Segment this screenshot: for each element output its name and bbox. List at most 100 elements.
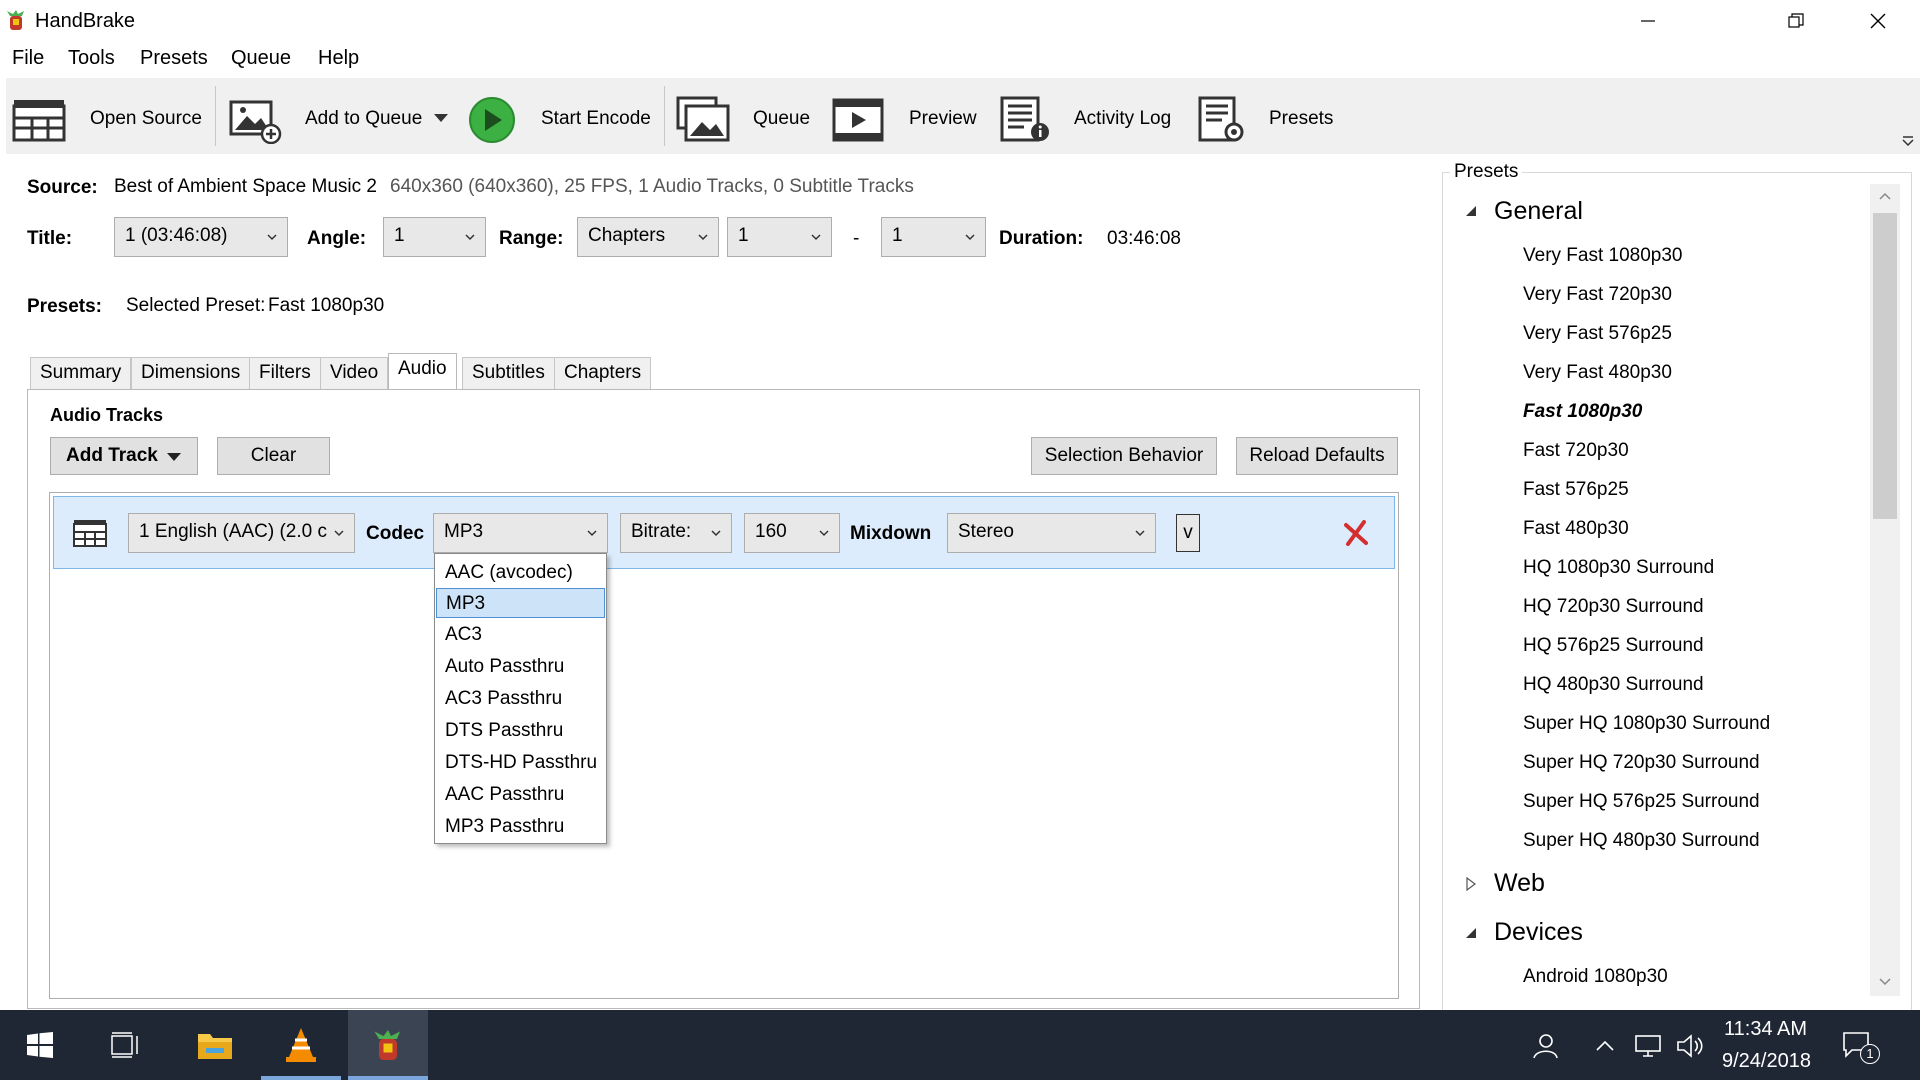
preset-item[interactable]: HQ 1080p30 Surround	[1523, 557, 1714, 579]
scroll-up-icon[interactable]	[1879, 192, 1891, 200]
task-view-button[interactable]	[86, 1010, 166, 1080]
activity-log-icon[interactable]	[998, 96, 1054, 144]
selection-behavior-button[interactable]: Selection Behavior	[1031, 437, 1217, 475]
start-button[interactable]	[0, 1010, 80, 1080]
track-options-button[interactable]: v	[1176, 514, 1200, 552]
clock-time[interactable]: 11:34 AM	[1724, 1018, 1807, 1041]
codec-option[interactable]: DTS Passthru	[436, 716, 605, 746]
menu-file[interactable]: File	[12, 47, 44, 70]
preset-item[interactable]: Very Fast 1080p30	[1523, 245, 1683, 267]
preset-item[interactable]: Very Fast 480p30	[1523, 362, 1672, 384]
reload-defaults-button[interactable]: Reload Defaults	[1236, 437, 1398, 475]
tab-dimensions[interactable]: Dimensions	[131, 357, 251, 389]
activity-log-button[interactable]: Activity Log	[1074, 108, 1171, 130]
toolbar-overflow-icon[interactable]	[1902, 136, 1914, 146]
preview-icon[interactable]	[832, 96, 888, 144]
clapperboard-icon[interactable]	[73, 518, 107, 548]
add-to-queue-button[interactable]: Add to Queue	[305, 108, 422, 130]
open-source-button[interactable]: Open Source	[90, 108, 202, 130]
codec-dropdown-list: AAC (avcodec) MP3 AC3 Auto Passthru AC3 …	[434, 553, 607, 844]
expanded-arrow-icon[interactable]	[1464, 204, 1478, 218]
tab-filters[interactable]: Filters	[249, 357, 321, 389]
menu-tools[interactable]: Tools	[68, 47, 115, 70]
codec-option[interactable]: DTS-HD Passthru	[436, 748, 605, 778]
audio-source-value: 1 English (AAC) (2.0 c	[139, 521, 327, 542]
angle-select[interactable]: 1	[383, 217, 486, 257]
menu-presets[interactable]: Presets	[140, 47, 208, 70]
bitrate-type-select[interactable]: Bitrate:	[620, 513, 732, 553]
range-end-select[interactable]: 1	[881, 217, 986, 257]
expanded-arrow-icon[interactable]	[1464, 926, 1478, 940]
add-track-button[interactable]: Add Track	[50, 437, 198, 475]
preset-item[interactable]: Super HQ 480p30 Surround	[1523, 830, 1760, 852]
menu-queue[interactable]: Queue	[231, 47, 291, 70]
preset-item[interactable]: Super HQ 720p30 Surround	[1523, 752, 1760, 774]
presets-icon[interactable]	[1196, 96, 1252, 144]
audio-source-select[interactable]: 1 English (AAC) (2.0 c	[128, 513, 355, 553]
tab-chapters[interactable]: Chapters	[554, 357, 652, 389]
presets-button[interactable]: Presets	[1269, 108, 1333, 130]
codec-option[interactable]: AC3 Passthru	[436, 684, 605, 714]
preset-item[interactable]: HQ 720p30 Surround	[1523, 596, 1704, 618]
chevron-down-icon	[334, 530, 344, 537]
preset-item[interactable]: Super HQ 576p25 Surround	[1523, 791, 1760, 813]
chevron-up-icon[interactable]	[1596, 1040, 1614, 1052]
collapsed-arrow-icon[interactable]	[1464, 877, 1478, 891]
action-center-button[interactable]: 1	[1822, 1010, 1892, 1080]
codec-option[interactable]: Auto Passthru	[436, 652, 605, 682]
tab-audio[interactable]: Audio	[388, 353, 457, 390]
preset-item[interactable]: Android 1080p30	[1523, 966, 1668, 988]
close-button[interactable]	[1838, 0, 1918, 42]
volume-icon[interactable]	[1676, 1034, 1704, 1058]
remove-track-icon[interactable]	[1342, 519, 1370, 547]
title-select[interactable]: 1 (03:46:08)	[114, 217, 288, 257]
minimize-button[interactable]	[1608, 0, 1688, 42]
codec-option[interactable]: AC3	[436, 620, 605, 650]
preset-category-web[interactable]: Web	[1494, 869, 1545, 898]
file-explorer-button[interactable]	[175, 1010, 255, 1080]
codec-option[interactable]: AAC (avcodec)	[436, 558, 605, 588]
clapperboard-icon[interactable]	[12, 96, 68, 144]
range-start-select[interactable]: 1	[727, 217, 832, 257]
preset-item[interactable]: Very Fast 576p25	[1523, 323, 1672, 345]
range-type-select[interactable]: Chapters	[577, 217, 719, 257]
add-to-queue-icon[interactable]	[227, 96, 283, 144]
preset-category-devices[interactable]: Devices	[1494, 918, 1583, 947]
queue-icon[interactable]	[676, 96, 732, 144]
add-to-queue-dropdown-icon[interactable]	[434, 114, 448, 124]
codec-option[interactable]: AAC Passthru	[436, 780, 605, 810]
start-encode-icon[interactable]	[466, 96, 522, 144]
menu-help[interactable]: Help	[318, 47, 359, 70]
preset-item[interactable]: Fast 480p30	[1523, 518, 1629, 540]
preset-item[interactable]: Super HQ 1080p30 Surround	[1523, 713, 1770, 735]
mixdown-select[interactable]: Stereo	[947, 513, 1156, 553]
preview-button[interactable]: Preview	[909, 108, 977, 130]
tab-video[interactable]: Video	[320, 357, 389, 389]
tab-subtitles[interactable]: Subtitles	[462, 357, 555, 389]
codec-option[interactable]: MP3 Passthru	[436, 812, 605, 842]
handbrake-taskbar-button[interactable]	[348, 1010, 428, 1080]
preset-item[interactable]: Fast 576p25	[1523, 479, 1629, 501]
title-select-value: 1 (03:46:08)	[125, 225, 228, 246]
tab-summary[interactable]: Summary	[30, 357, 132, 389]
preset-item[interactable]: Fast 720p30	[1523, 440, 1629, 462]
preset-category-general[interactable]: General	[1494, 197, 1583, 226]
vlc-button[interactable]	[261, 1010, 341, 1080]
preset-item[interactable]: HQ 480p30 Surround	[1523, 674, 1704, 696]
queue-button[interactable]: Queue	[753, 108, 810, 130]
network-icon[interactable]	[1634, 1034, 1664, 1058]
preset-item[interactable]: HQ 576p25 Surround	[1523, 635, 1704, 657]
codec-option-selected[interactable]: MP3	[436, 588, 605, 618]
scroll-down-icon[interactable]	[1879, 978, 1891, 986]
codec-select[interactable]: MP3	[433, 513, 608, 553]
preset-item-selected[interactable]: Fast 1080p30	[1523, 401, 1642, 423]
restore-button[interactable]	[1756, 0, 1836, 42]
clock-date[interactable]: 9/24/2018	[1722, 1050, 1811, 1073]
presets-scrollbar-thumb[interactable]	[1873, 213, 1897, 519]
preset-item[interactable]: Very Fast 720p30	[1523, 284, 1672, 306]
bitrate-select[interactable]: 160	[744, 513, 840, 553]
start-encode-button[interactable]: Start Encode	[541, 108, 651, 130]
range-start-value: 1	[738, 225, 749, 246]
people-icon[interactable]	[1530, 1032, 1558, 1060]
clear-button[interactable]: Clear	[217, 437, 330, 475]
